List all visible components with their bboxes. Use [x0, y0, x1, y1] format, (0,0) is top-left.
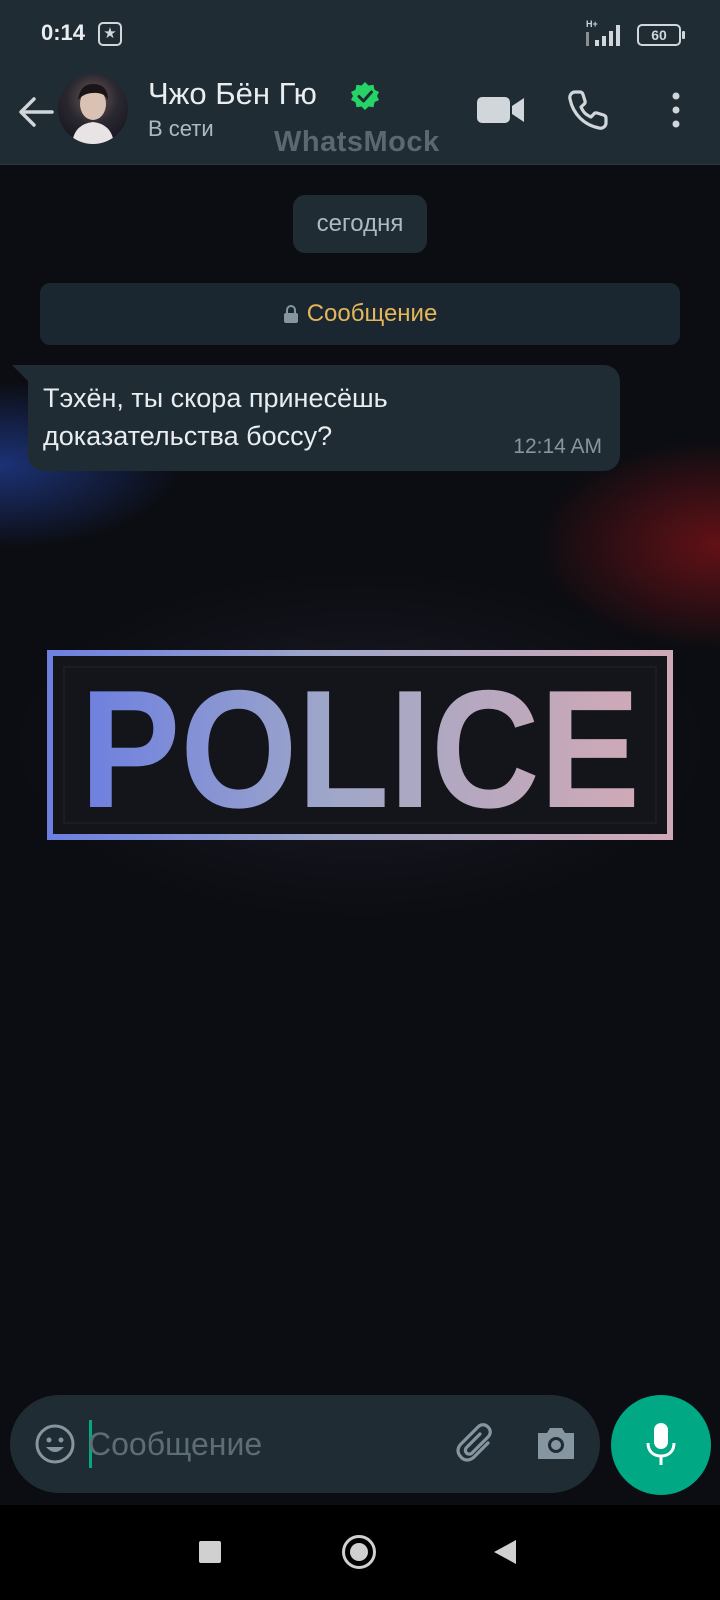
message-input[interactable]: [88, 1419, 428, 1469]
back-icon[interactable]: [494, 1540, 516, 1564]
attach-icon[interactable]: [454, 1421, 500, 1467]
encryption-banner[interactable]: Сообщение: [40, 283, 680, 345]
police-sign-text: POLICE: [80, 655, 640, 843]
voice-call-icon[interactable]: [566, 88, 610, 132]
network-type: H+: [586, 19, 598, 29]
battery-icon: 60: [637, 24, 685, 46]
chat-header: Чжо Бён Гю В сети WhatsMock: [0, 68, 720, 165]
mic-icon: [646, 1423, 676, 1465]
message-input-bar: [10, 1395, 600, 1493]
more-vert-icon[interactable]: [664, 88, 688, 132]
date-chip: сегодня: [293, 195, 427, 253]
avatar[interactable]: [58, 74, 128, 144]
battery-level: 60: [651, 27, 667, 43]
notification-star-icon: ★: [98, 22, 122, 46]
watermark: WhatsMock: [274, 126, 440, 158]
navigation-bar: [0, 1505, 720, 1600]
recents-icon[interactable]: [199, 1541, 221, 1563]
message-bubble[interactable]: Тэхён, ты скора принесёшь доказательства…: [28, 365, 620, 471]
status-bar: 0:14 ★ H+ 60: [0, 0, 720, 68]
contact-status: В сети: [148, 116, 214, 141]
mic-button[interactable]: [611, 1395, 711, 1495]
camera-icon[interactable]: [534, 1423, 578, 1463]
message-time: 12:14 AM: [513, 435, 602, 458]
message-text: Тэхён, ты скора принесёшь доказательства…: [43, 383, 388, 451]
contact-name[interactable]: Чжо Бён Гю: [148, 76, 317, 112]
avatar-portrait: [72, 84, 114, 144]
chat-area[interactable]: сегодня Сообщение Тэхён, ты скора принес…: [0, 165, 720, 1505]
verified-icon: [351, 82, 379, 110]
status-time: 0:14: [41, 20, 86, 45]
encryption-banner-text: Сообщение: [306, 300, 438, 327]
wallpaper-police-sign: POLICE: [47, 650, 673, 843]
back-arrow-icon[interactable]: [14, 90, 58, 134]
emoji-icon[interactable]: [34, 1423, 76, 1465]
lock-icon: [283, 305, 298, 323]
video-call-icon[interactable]: [476, 90, 526, 130]
signal-icon: H+: [586, 19, 620, 46]
home-icon[interactable]: [342, 1535, 376, 1569]
